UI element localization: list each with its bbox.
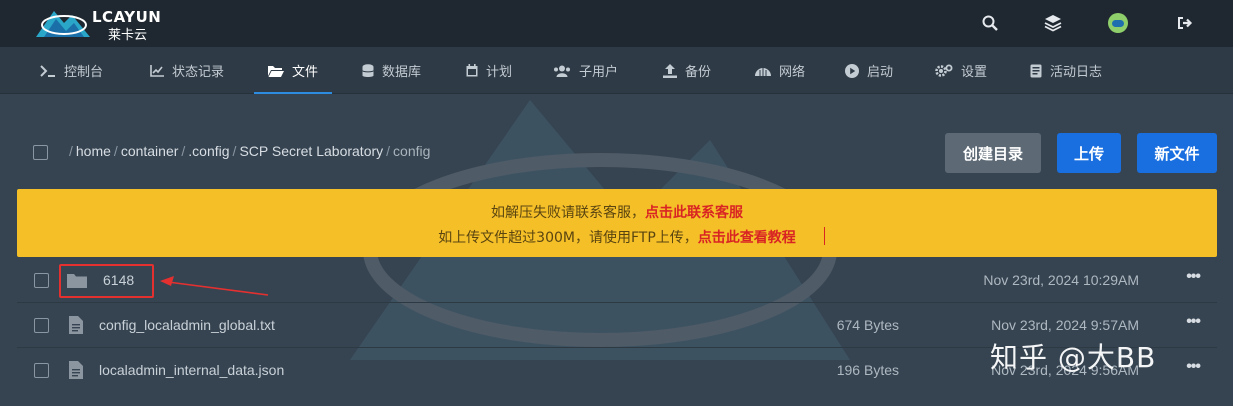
select-all-checkbox[interactable] xyxy=(33,145,48,160)
chart-icon xyxy=(150,64,164,77)
layers-icon[interactable] xyxy=(1042,12,1064,34)
tab-activity-log[interactable]: 活动日志 xyxy=(1030,47,1102,94)
file-size: 196 Bytes xyxy=(836,362,899,378)
breadcrumb: / home / container / .config / SCP Secret Labor… xyxy=(66,143,430,159)
breadcrumb-separator: / xyxy=(69,143,73,159)
annotation-arrow-icon xyxy=(160,276,269,296)
breadcrumb-segment[interactable]: .config xyxy=(188,143,229,159)
watermark-text: 知乎 @大BB xyxy=(990,341,1157,374)
tab-label: 控制台 xyxy=(64,65,104,80)
tab-label: 活动日志 xyxy=(1050,65,1103,80)
brand-logo[interactable]: LCAYUN 莱卡云 xyxy=(34,5,174,43)
tab-startup[interactable]: 启动 xyxy=(845,47,893,94)
tab-files[interactable]: 文件 xyxy=(253,47,333,94)
tab-label: 状态记录 xyxy=(172,65,225,80)
search-icon[interactable] xyxy=(979,12,1001,34)
tab-label: 设置 xyxy=(961,65,988,80)
tab-stats[interactable]: 状态记录 xyxy=(150,47,224,94)
breadcrumb-current: config xyxy=(393,143,431,159)
file-name[interactable]: config_localadmin_global.txt xyxy=(99,317,275,333)
avatar[interactable] xyxy=(1107,12,1129,34)
top-bar: LCAYUN 莱卡云 xyxy=(0,0,1233,47)
upload-button[interactable]: 上传 xyxy=(1057,133,1121,173)
gear-icon xyxy=(935,64,953,77)
new-file-button[interactable]: 新文件 xyxy=(1137,133,1217,173)
more-options-icon[interactable]: ••• xyxy=(1186,268,1201,286)
notice-line-2: 如上传文件超过300M，请使用FTP上传，点击此查看教程 xyxy=(17,227,1217,247)
tab-label: 文件 xyxy=(292,65,319,80)
file-text-icon xyxy=(69,361,83,379)
breadcrumb-segment[interactable]: container xyxy=(121,143,179,159)
row-checkbox[interactable] xyxy=(34,318,49,333)
breadcrumb-separator: / xyxy=(181,143,186,159)
breadcrumb-separator: / xyxy=(113,143,118,159)
file-size: 674 Bytes xyxy=(836,317,899,333)
text-cursor xyxy=(824,227,825,245)
tab-console[interactable]: 控制台 xyxy=(40,47,103,94)
log-icon xyxy=(1030,64,1042,77)
tab-settings[interactable]: 设置 xyxy=(935,47,987,94)
breadcrumb-segment[interactable]: SCP Secret Laboratory xyxy=(239,143,383,159)
breadcrumb-separator: / xyxy=(386,143,391,159)
file-date: Nov 23rd, 2024 10:29AM xyxy=(983,272,1139,288)
folder-open-icon xyxy=(268,65,284,77)
contact-support-link[interactable]: 点击此联系客服 xyxy=(645,205,743,221)
create-directory-button[interactable]: 创建目录 xyxy=(945,133,1041,173)
annotation-highlight-box xyxy=(59,264,154,298)
row-checkbox[interactable] xyxy=(34,273,49,288)
notice-text: 如解压失败请联系客服， xyxy=(491,205,645,221)
tab-label: 启动 xyxy=(867,65,894,80)
brand-subtitle: 莱卡云 xyxy=(108,28,148,43)
terminal-icon xyxy=(40,64,55,77)
file-text-icon xyxy=(69,316,83,334)
tutorial-link[interactable]: 点击此查看教程 xyxy=(698,230,796,246)
breadcrumb-separator: / xyxy=(232,143,237,159)
file-name[interactable]: localadmin_internal_data.json xyxy=(99,362,284,378)
file-date: Nov 23rd, 2024 9:57AM xyxy=(991,317,1139,333)
notice-text: 如上传文件超过300M，请使用FTP上传， xyxy=(438,230,698,246)
logo-mark-icon xyxy=(36,11,90,37)
more-options-icon[interactable]: ••• xyxy=(1186,313,1201,331)
notice-banner: 如解压失败请联系客服，点击此联系客服 如上传文件超过300M，请使用FTP上传，… xyxy=(17,189,1217,257)
notice-line-1: 如解压失败请联系客服，点击此联系客服 xyxy=(17,202,1217,222)
more-options-icon[interactable]: ••• xyxy=(1186,358,1201,376)
breadcrumb-segment[interactable]: home xyxy=(76,143,111,159)
logout-icon[interactable] xyxy=(1174,12,1196,34)
row-checkbox[interactable] xyxy=(34,363,49,378)
